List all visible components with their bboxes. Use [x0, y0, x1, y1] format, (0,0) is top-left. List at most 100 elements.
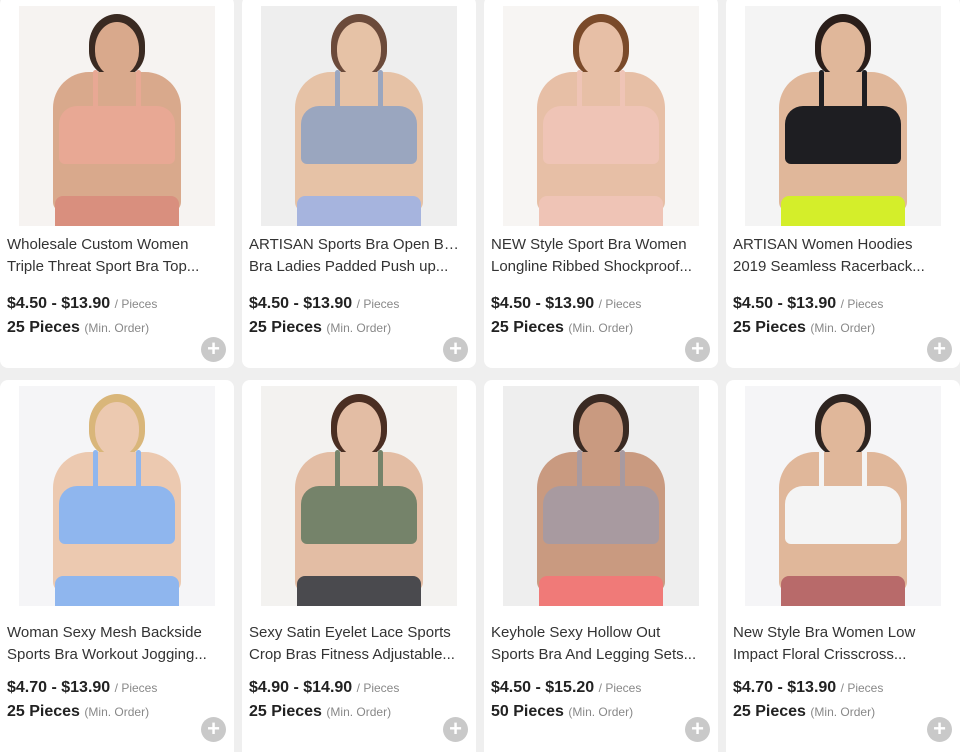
product-price: $4.50 - $15.20 / Pieces — [491, 679, 641, 697]
min-order: 50 Pieces (Min. Order) — [491, 703, 633, 721]
min-order-quantity: 25 Pieces — [249, 703, 322, 720]
price-unit: / Pieces — [840, 297, 884, 311]
product-card[interactable]: ARTISAN Women Hoodies 2019 Seamless Race… — [726, 0, 960, 368]
add-icon[interactable]: + — [685, 717, 710, 742]
product-title-line2: Sports Bra And Legging Sets... — [491, 646, 697, 663]
product-image[interactable] — [248, 6, 470, 226]
add-icon[interactable]: + — [927, 337, 952, 362]
product-title[interactable]: ARTISAN Sports Bra Open Back Bra Ladies … — [249, 234, 467, 278]
product-card[interactable]: New Style Bra Women Low Impact Floral Cr… — [726, 380, 960, 752]
model-photo — [19, 6, 215, 226]
product-image[interactable] — [6, 6, 228, 226]
min-order-note: (Min. Order) — [810, 705, 876, 719]
price-range: $4.50 - $13.90 — [491, 295, 595, 312]
add-icon[interactable]: + — [443, 717, 468, 742]
product-grid: Wholesale Custom Women Triple Threat Spo… — [0, 0, 960, 752]
product-price: $4.70 - $13.90 / Pieces — [733, 679, 883, 697]
product-image[interactable] — [248, 386, 470, 606]
product-title-line2: Sports Bra Workout Jogging... — [7, 646, 207, 663]
product-title-line2: Bra Ladies Padded Push up... — [249, 258, 449, 275]
product-image[interactable] — [732, 6, 954, 226]
product-title-line1: New Style Bra Women Low — [733, 624, 916, 641]
product-title-line2: 2019 Seamless Racerback... — [733, 258, 925, 275]
price-range: $4.50 - $13.90 — [733, 295, 837, 312]
product-title-line1: Sexy Satin Eyelet Lace Sports — [249, 624, 451, 641]
product-title[interactable]: Keyhole Sexy Hollow Out Sports Bra And L… — [491, 622, 709, 666]
product-title-line2: Triple Threat Sport Bra Top... — [7, 258, 200, 275]
product-title-line1: NEW Style Sport Bra Women — [491, 236, 687, 253]
product-title[interactable]: Woman Sexy Mesh Backside Sports Bra Work… — [7, 622, 225, 666]
model-photo — [745, 6, 941, 226]
product-title-line1: Keyhole Sexy Hollow Out — [491, 624, 661, 641]
product-image[interactable] — [6, 386, 228, 606]
product-title-line1: ARTISAN Women Hoodies — [733, 236, 913, 253]
model-photo — [503, 386, 699, 606]
product-card[interactable]: Woman Sexy Mesh Backside Sports Bra Work… — [0, 380, 234, 752]
product-title[interactable]: NEW Style Sport Bra Women Longline Ribbe… — [491, 234, 709, 278]
product-price: $4.90 - $14.90 / Pieces — [249, 679, 399, 697]
product-card[interactable]: Wholesale Custom Women Triple Threat Spo… — [0, 0, 234, 368]
add-icon[interactable]: + — [201, 337, 226, 362]
price-unit: / Pieces — [598, 297, 642, 311]
model-photo — [19, 386, 215, 606]
product-image[interactable] — [490, 386, 712, 606]
min-order: 25 Pieces (Min. Order) — [491, 319, 633, 337]
product-title-line1: Wholesale Custom Women — [7, 236, 189, 253]
model-photo — [261, 386, 457, 606]
price-unit: / Pieces — [356, 681, 400, 695]
product-price: $4.50 - $13.90 / Pieces — [733, 295, 883, 313]
product-title[interactable]: Sexy Satin Eyelet Lace Sports Crop Bras … — [249, 622, 467, 666]
price-range: $4.50 - $13.90 — [7, 295, 111, 312]
product-title[interactable]: ARTISAN Women Hoodies 2019 Seamless Race… — [733, 234, 951, 278]
product-card[interactable]: ARTISAN Sports Bra Open Back Bra Ladies … — [242, 0, 476, 368]
add-icon[interactable]: + — [927, 717, 952, 742]
product-price: $4.70 - $13.90 / Pieces — [7, 679, 157, 697]
min-order-note: (Min. Order) — [810, 321, 876, 335]
min-order-quantity: 25 Pieces — [249, 319, 322, 336]
product-card[interactable]: NEW Style Sport Bra Women Longline Ribbe… — [484, 0, 718, 368]
min-order: 25 Pieces (Min. Order) — [249, 319, 391, 337]
min-order-quantity: 25 Pieces — [733, 319, 806, 336]
min-order-note: (Min. Order) — [326, 705, 392, 719]
price-range: $4.50 - $15.20 — [491, 679, 595, 696]
min-order: 25 Pieces (Min. Order) — [7, 319, 149, 337]
add-icon[interactable]: + — [685, 337, 710, 362]
model-photo — [745, 386, 941, 606]
price-range: $4.50 - $13.90 — [249, 295, 353, 312]
min-order-quantity: 25 Pieces — [7, 703, 80, 720]
min-order-note: (Min. Order) — [84, 705, 150, 719]
product-title[interactable]: Wholesale Custom Women Triple Threat Spo… — [7, 234, 225, 278]
product-card[interactable]: Sexy Satin Eyelet Lace Sports Crop Bras … — [242, 380, 476, 752]
product-title[interactable]: New Style Bra Women Low Impact Floral Cr… — [733, 622, 951, 666]
product-title-line1: Woman Sexy Mesh Backside — [7, 624, 202, 641]
min-order-note: (Min. Order) — [568, 705, 634, 719]
product-title-line2: Crop Bras Fitness Adjustable... — [249, 646, 455, 663]
min-order-quantity: 25 Pieces — [7, 319, 80, 336]
min-order: 25 Pieces (Min. Order) — [249, 703, 391, 721]
price-unit: / Pieces — [840, 681, 884, 695]
product-card[interactable]: Keyhole Sexy Hollow Out Sports Bra And L… — [484, 380, 718, 752]
min-order-note: (Min. Order) — [568, 321, 634, 335]
price-range: $4.90 - $14.90 — [249, 679, 353, 696]
min-order-quantity: 50 Pieces — [491, 703, 564, 720]
add-icon[interactable]: + — [201, 717, 226, 742]
product-price: $4.50 - $13.90 / Pieces — [491, 295, 641, 313]
price-unit: / Pieces — [114, 681, 158, 695]
min-order: 25 Pieces (Min. Order) — [733, 703, 875, 721]
min-order-quantity: 25 Pieces — [491, 319, 564, 336]
model-photo — [503, 6, 699, 226]
product-price: $4.50 - $13.90 / Pieces — [7, 295, 157, 313]
add-icon[interactable]: + — [443, 337, 468, 362]
product-price: $4.50 - $13.90 / Pieces — [249, 295, 399, 313]
price-range: $4.70 - $13.90 — [733, 679, 837, 696]
min-order: 25 Pieces (Min. Order) — [733, 319, 875, 337]
price-range: $4.70 - $13.90 — [7, 679, 111, 696]
product-image[interactable] — [732, 386, 954, 606]
product-title-line1: ARTISAN Sports Bra Open Back — [249, 236, 467, 253]
price-unit: / Pieces — [114, 297, 158, 311]
min-order: 25 Pieces (Min. Order) — [7, 703, 149, 721]
price-unit: / Pieces — [598, 681, 642, 695]
min-order-note: (Min. Order) — [326, 321, 392, 335]
product-image[interactable] — [490, 6, 712, 226]
price-unit: / Pieces — [356, 297, 400, 311]
